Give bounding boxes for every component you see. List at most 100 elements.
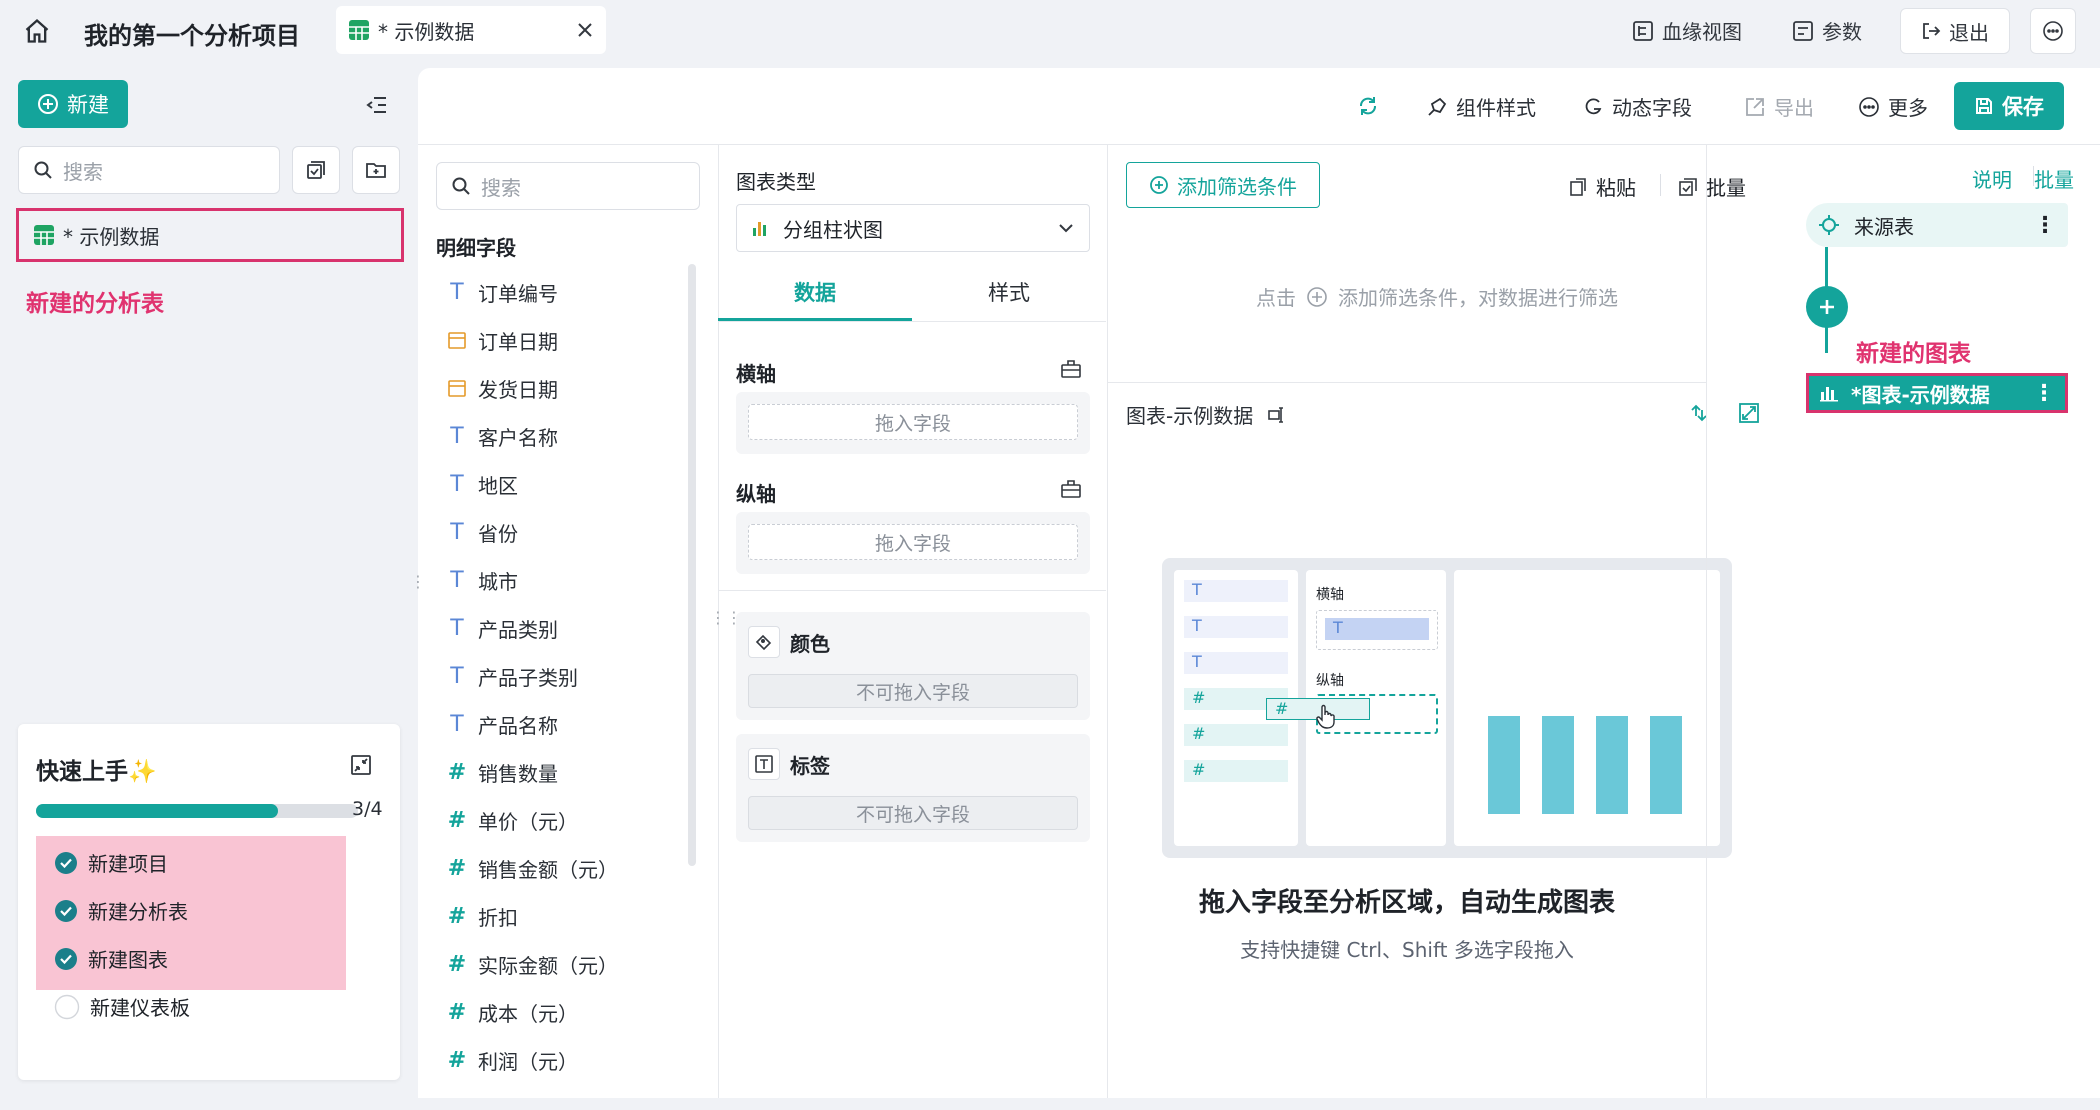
explain-link[interactable]: 说明 bbox=[1972, 164, 2012, 193]
search-icon bbox=[33, 160, 53, 180]
filter-hint: 点击 添加筛选条件，对数据进行筛选 bbox=[1256, 282, 1618, 311]
illus-x-dropzone: T bbox=[1316, 610, 1438, 650]
step-item[interactable]: 新建仪表板 bbox=[54, 992, 190, 1021]
ellipsis-circle-icon bbox=[2042, 20, 2064, 42]
field-item[interactable]: T 产品名称 bbox=[446, 700, 686, 748]
toolbox-icon[interactable] bbox=[1060, 478, 1082, 500]
field-label: 订单日期 bbox=[478, 329, 558, 354]
save-button[interactable]: 保存 bbox=[1954, 82, 2064, 130]
field-label: 客户名称 bbox=[478, 425, 558, 450]
lineage-view-button[interactable]: 血缘视图 bbox=[1632, 16, 1742, 45]
field-item[interactable]: 发货日期 bbox=[446, 364, 686, 412]
x-axis-dropzone[interactable]: 拖入字段 bbox=[748, 404, 1078, 440]
add-filter-button[interactable]: 添加筛选条件 bbox=[1126, 162, 1320, 208]
component-style-label: 组件样式 bbox=[1456, 96, 1536, 120]
y-axis-dropzone[interactable]: 拖入字段 bbox=[748, 524, 1078, 560]
progress-text: 3/4 bbox=[352, 798, 383, 820]
illus-dropped-text-field: T bbox=[1325, 618, 1429, 640]
more-button[interactable]: 更多 bbox=[1858, 92, 1928, 121]
field-item[interactable]: # 实际金额（元） bbox=[446, 940, 686, 988]
text-type-icon: T bbox=[450, 711, 464, 737]
number-type-icon: # bbox=[447, 1047, 467, 1073]
field-item[interactable]: # 折扣 bbox=[446, 892, 686, 940]
source-table-label: 来源表 bbox=[1854, 214, 1914, 239]
component-style-button[interactable]: 组件样式 bbox=[1426, 92, 1536, 121]
plus-circle-icon bbox=[1306, 286, 1328, 308]
number-type-icon: # bbox=[447, 999, 467, 1025]
field-item[interactable]: # 销售数量 bbox=[446, 748, 686, 796]
tab-style[interactable]: 样式 bbox=[912, 264, 1106, 320]
empty-chart-title: 拖入字段至分析区域，自动生成图表 bbox=[1198, 888, 1615, 918]
field-label: 发货日期 bbox=[478, 377, 558, 402]
illus-x-axis-label: 横轴 bbox=[1316, 587, 1344, 603]
bar-chart-icon bbox=[1819, 383, 1839, 403]
kebab-menu-icon[interactable]: ⋮ bbox=[2033, 381, 2055, 406]
field-item[interactable]: T 产品类别 bbox=[446, 604, 686, 652]
field-item[interactable]: T 城市 bbox=[446, 556, 686, 604]
search-icon bbox=[451, 176, 471, 196]
batch-label: 批量 bbox=[1706, 176, 1746, 200]
minimize-icon[interactable] bbox=[350, 754, 372, 776]
refresh-icon[interactable] bbox=[1356, 94, 1380, 118]
batch-select-button[interactable] bbox=[292, 146, 340, 194]
paste-button[interactable]: 粘贴 bbox=[1568, 172, 1636, 201]
params-button[interactable]: 参数 bbox=[1792, 16, 1862, 45]
lineage-label: 血缘视图 bbox=[1662, 20, 1742, 44]
collapse-sidebar-icon[interactable] bbox=[362, 90, 392, 120]
step-item[interactable]: 新建图表 bbox=[54, 944, 168, 973]
toolbox-icon[interactable] bbox=[1060, 358, 1082, 380]
top-bar: 我的第一个分析项目 * 示例数据 血缘视图 参数 退出 bbox=[0, 0, 2100, 62]
field-item[interactable]: # 成本（元） bbox=[446, 988, 686, 1036]
brush-icon bbox=[1426, 96, 1448, 118]
new-button[interactable]: 新建 bbox=[18, 80, 128, 128]
close-icon[interactable] bbox=[576, 21, 594, 39]
export-button[interactable]: 导出 bbox=[1744, 92, 1814, 121]
field-item[interactable]: # 销售金额（元） bbox=[446, 844, 686, 892]
add-node-button[interactable] bbox=[1806, 286, 1848, 328]
home-icon[interactable] bbox=[20, 14, 54, 48]
field-item[interactable]: # 利润（元） bbox=[446, 1036, 686, 1084]
sidebar-search-input[interactable]: 搜索 bbox=[18, 146, 280, 194]
field-item[interactable]: T 客户名称 bbox=[446, 412, 686, 460]
check-circle-icon bbox=[54, 947, 78, 971]
tab-sample-data[interactable]: * 示例数据 bbox=[336, 6, 606, 54]
new-folder-button[interactable] bbox=[352, 146, 400, 194]
source-table-node[interactable]: 来源表 ⋮ bbox=[1806, 203, 2068, 247]
config-divider bbox=[718, 590, 1106, 591]
chart-node[interactable]: *图表-示例数据 ⋮ bbox=[1806, 373, 2068, 413]
params-icon bbox=[1792, 20, 1814, 42]
fullscreen-icon[interactable] bbox=[1738, 402, 1760, 424]
field-item[interactable]: # 单价（元） bbox=[446, 796, 686, 844]
field-item[interactable]: T 订单编号 bbox=[446, 268, 686, 316]
drag-handle-icon[interactable]: ⋮ bbox=[410, 572, 426, 591]
calendar-icon bbox=[446, 330, 468, 350]
chart-title-row: 图表-示例数据 bbox=[1126, 400, 1287, 429]
tabs-divider bbox=[718, 321, 1106, 322]
number-type-icon: # bbox=[447, 759, 467, 785]
field-item[interactable]: T 地区 bbox=[446, 460, 686, 508]
field-item[interactable]: T 产品子类别 bbox=[446, 652, 686, 700]
field-item[interactable]: T 省份 bbox=[446, 508, 686, 556]
sidebar-item-sample-data[interactable]: * 示例数据 bbox=[16, 208, 404, 262]
field-label: 省份 bbox=[478, 521, 518, 546]
batch-link[interactable]: 批量 bbox=[2034, 164, 2074, 193]
field-search-input[interactable]: 搜索 bbox=[436, 162, 700, 210]
field-item[interactable]: 订单日期 bbox=[446, 316, 686, 364]
tab-label: * 示例数据 bbox=[378, 19, 475, 44]
rename-icon[interactable] bbox=[1267, 405, 1287, 425]
dynamic-field-button[interactable]: 动态字段 bbox=[1582, 92, 1692, 121]
field-label: 成本（元） bbox=[478, 1001, 578, 1026]
illus-text-field: T bbox=[1184, 580, 1288, 602]
dynamic-field-icon bbox=[1582, 96, 1604, 118]
bar-chart-icon bbox=[751, 218, 771, 238]
x-axis-label: 横轴 bbox=[736, 362, 776, 386]
tab-data[interactable]: 数据 bbox=[718, 264, 912, 320]
batch-filter-button[interactable]: 批量 bbox=[1678, 172, 1746, 201]
field-list-scrollbar[interactable] bbox=[688, 264, 696, 866]
kebab-menu-icon[interactable]: ⋮ bbox=[2034, 213, 2056, 238]
more-options-button[interactable] bbox=[2030, 8, 2076, 54]
exit-button[interactable]: 退出 bbox=[1900, 8, 2010, 54]
chart-type-select[interactable]: 分组柱状图 bbox=[736, 204, 1090, 252]
step-item[interactable]: 新建项目 bbox=[54, 848, 168, 877]
step-item[interactable]: 新建分析表 bbox=[54, 896, 188, 925]
